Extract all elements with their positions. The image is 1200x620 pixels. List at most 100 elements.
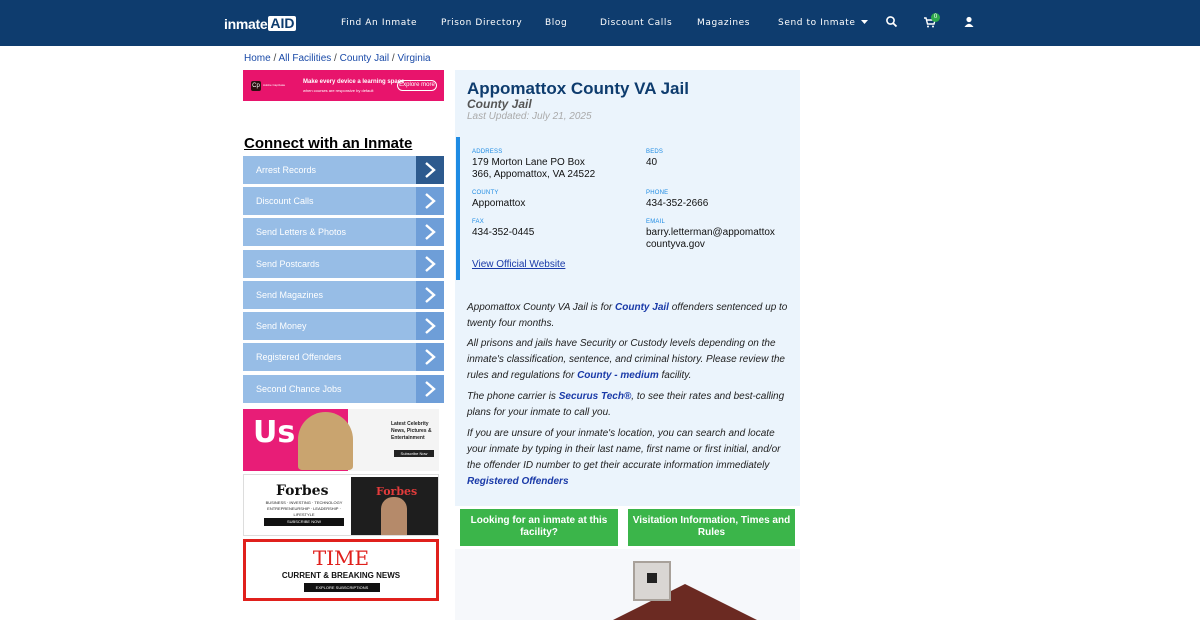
registered-offenders-link[interactable]: Registered Offenders xyxy=(467,476,569,487)
securus-tech-link[interactable]: Securus Tech® xyxy=(559,391,632,402)
forbes-subscribe-button[interactable]: SUBSCRIBE NOW xyxy=(264,518,344,526)
top-navbar: inmate AID Find An Inmate Prison Directo… xyxy=(0,0,1200,46)
description-paragraph-4: If you are unsure of your inmate's locat… xyxy=(467,426,792,490)
chevron-right-icon xyxy=(425,193,436,209)
last-updated: Last Updated: July 21, 2025 xyxy=(467,111,592,122)
official-website-link[interactable]: View Official Website xyxy=(472,259,565,270)
site-logo[interactable]: inmate AID xyxy=(224,15,297,32)
ad-explore-button[interactable]: Explore more xyxy=(397,80,437,91)
sidebar-arrow xyxy=(416,250,444,278)
county-jail-link[interactable]: County Jail xyxy=(615,302,669,313)
chevron-right-icon xyxy=(425,224,436,240)
address-line2: 366, Appomattox, VA 24522 xyxy=(472,169,596,180)
facility-type: County Jail xyxy=(467,97,532,111)
sidebar-arrow xyxy=(416,312,444,340)
nav-find-an-inmate[interactable]: Find An Inmate xyxy=(341,18,417,28)
chevron-right-icon xyxy=(425,349,436,365)
photo-tower xyxy=(633,561,671,601)
fax-label: FAX xyxy=(472,219,484,225)
us-ad-text: Latest Celebrity News, Pictures & Entert… xyxy=(391,421,432,441)
forbes-cover-logo: Forbes xyxy=(376,485,418,498)
email-line2[interactable]: countyva.gov xyxy=(646,239,705,251)
sidebar-item-arrest-records[interactable]: Arrest Records xyxy=(243,156,444,184)
sidebar-item-second-chance-jobs[interactable]: Second Chance Jobs xyxy=(243,375,444,403)
caret-down-icon xyxy=(861,20,868,24)
user-icon[interactable] xyxy=(962,15,976,29)
time-logo: TIME xyxy=(312,546,370,570)
us-weekly-logo: Us xyxy=(253,415,296,450)
sidebar-item-discount-calls[interactable]: Discount Calls xyxy=(243,187,444,215)
email-line1[interactable]: barry.letterman@appomattox xyxy=(646,227,775,239)
forbes-cover-image: Forbes xyxy=(351,477,438,535)
phone-value: 434-352-2666 xyxy=(646,198,709,209)
sidebar-item-send-postcards[interactable]: Send Postcards xyxy=(243,250,444,278)
forbes-ad[interactable]: Forbes BUSINESS · INVESTING · TECHNOLOGY… xyxy=(243,474,439,536)
beds-value: 40 xyxy=(646,157,658,168)
email-label: EMAIL xyxy=(646,219,666,225)
us-subscribe-button[interactable]: Subscribe Now xyxy=(394,450,434,457)
nav-magazines[interactable]: Magazines xyxy=(697,18,750,28)
visitation-info-button[interactable]: Visitation Information, Times and Rules xyxy=(628,509,795,546)
description-paragraph-3: The phone carrier is Securus Tech®, to s… xyxy=(467,389,792,421)
sidebar-item-registered-offenders[interactable]: Registered Offenders xyxy=(243,343,444,371)
looking-for-inmate-button[interactable]: Looking for an inmate at this facility? xyxy=(460,509,618,546)
nav-blog[interactable]: Blog xyxy=(545,18,567,28)
breadcrumb-virginia[interactable]: Virginia xyxy=(397,53,430,64)
desc-text: The phone carrier is xyxy=(467,391,559,402)
desc-text: If you are unsure of your inmate's locat… xyxy=(467,428,781,471)
sidebar-item-label: Second Chance Jobs xyxy=(256,384,342,394)
nav-prison-directory[interactable]: Prison Directory xyxy=(441,18,522,28)
search-icon[interactable] xyxy=(885,15,899,29)
breadcrumb: Home / All Facilities / County Jail / Vi… xyxy=(244,53,431,64)
address-line1: 179 Morton Lane PO Box xyxy=(472,157,585,168)
sidebar-arrow xyxy=(416,343,444,371)
nav-send-to-inmate-label: Send to Inmate xyxy=(778,18,856,28)
description-paragraph-2: All prisons and jails have Security or C… xyxy=(467,336,792,384)
time-ad[interactable]: TIME CURRENT & BREAKING NEWS EXPLORE SUB… xyxy=(243,539,439,601)
sidebar-arrow xyxy=(416,281,444,309)
us-ad-photo xyxy=(298,412,353,470)
breadcrumb-all-facilities[interactable]: All Facilities xyxy=(278,53,331,64)
address-label: ADDRESS xyxy=(472,149,503,155)
chevron-right-icon xyxy=(425,381,436,397)
ad-headline: Make every device a learning space xyxy=(303,79,405,85)
breadcrumb-home[interactable]: Home xyxy=(244,53,271,64)
forbes-cover-portrait xyxy=(381,497,407,535)
desc-text: Appomattox County VA Jail is for xyxy=(467,302,616,313)
forbes-logo: Forbes xyxy=(276,483,329,499)
photo-roof xyxy=(565,584,800,620)
sidebar-item-label: Arrest Records xyxy=(256,165,317,175)
beds-label: BEDS xyxy=(646,149,664,155)
county-medium-link[interactable]: County - medium xyxy=(577,370,659,381)
adobe-captivate-logo: Cp xyxy=(251,81,261,91)
description-paragraph-1: Appomattox County VA Jail is for County … xyxy=(467,300,792,332)
us-weekly-ad[interactable]: Us Latest Celebrity News, Pictures & Ent… xyxy=(243,409,439,471)
nav-discount-calls[interactable]: Discount Calls xyxy=(600,18,672,28)
sidebar-arrow xyxy=(416,375,444,403)
nav-send-to-inmate[interactable]: Send to Inmate xyxy=(778,18,868,28)
time-explore-button[interactable]: EXPLORE SUBSCRIPTIONS xyxy=(304,583,380,592)
breadcrumb-separator: / xyxy=(331,53,340,64)
breadcrumb-county-jail[interactable]: County Jail xyxy=(340,53,389,64)
desc-text: facility. xyxy=(658,370,692,381)
sidebar-arrow xyxy=(416,187,444,215)
sidebar-item-label: Registered Offenders xyxy=(256,352,342,362)
ad-subtext: when courses are responsive by default xyxy=(303,88,374,93)
fax-value: 434-352-0445 xyxy=(472,227,535,238)
sidebar-item-send-magazines[interactable]: Send Magazines xyxy=(243,281,444,309)
info-accent-bar xyxy=(456,137,460,280)
adobe-captivate-ad[interactable]: Cp Adobe Captivate Make every device a l… xyxy=(243,70,444,101)
facility-title: Appomattox County VA Jail xyxy=(467,79,689,98)
chevron-right-icon xyxy=(425,287,436,303)
chevron-right-icon xyxy=(425,318,436,334)
sidebar-item-label: Send Postcards xyxy=(256,259,320,269)
photo-window xyxy=(647,573,657,583)
cart-count-badge: 0 xyxy=(931,13,940,22)
logo-text: inmate xyxy=(224,15,268,32)
sidebar-item-send-letters-photos[interactable]: Send Letters & Photos xyxy=(243,218,444,246)
sidebar-item-send-money[interactable]: Send Money xyxy=(243,312,444,340)
time-subtitle: CURRENT & BREAKING NEWS xyxy=(281,571,401,580)
county-value: Appomattox xyxy=(472,198,526,209)
county-label: COUNTY xyxy=(472,190,499,196)
sidebar-arrow xyxy=(416,218,444,246)
